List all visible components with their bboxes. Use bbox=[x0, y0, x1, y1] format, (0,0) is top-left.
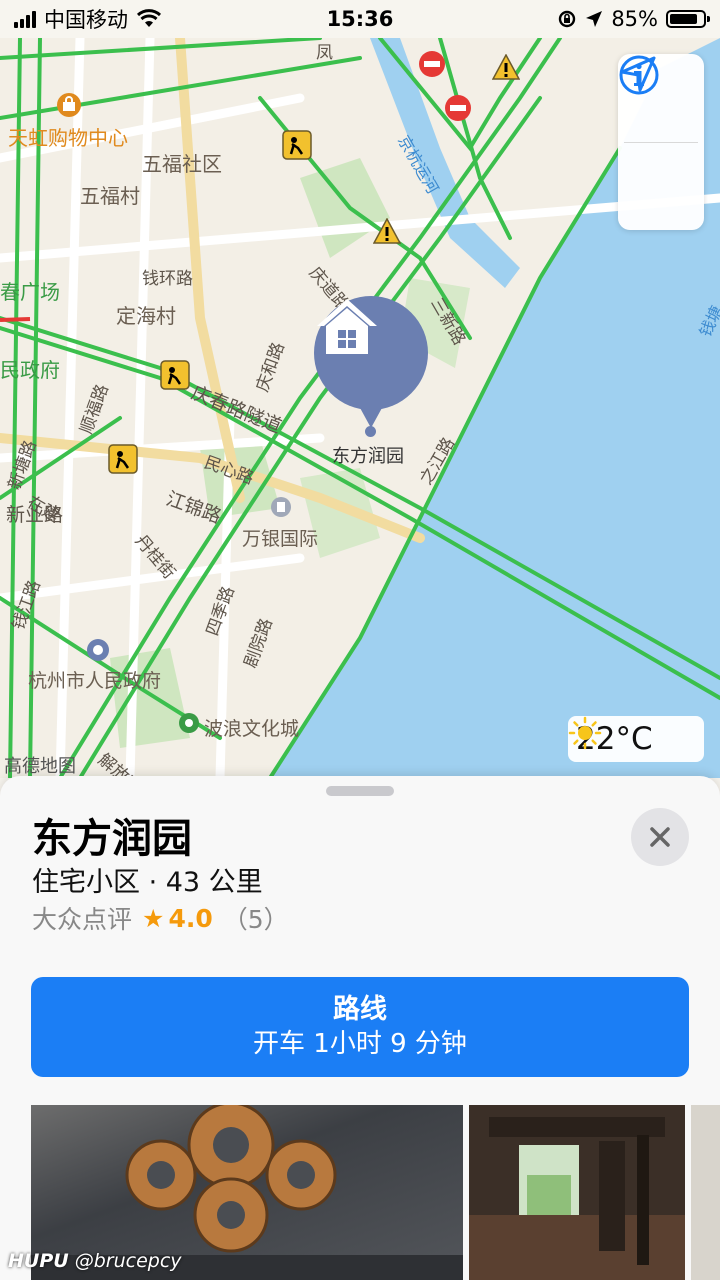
warning-icon bbox=[373, 218, 401, 244]
location-arrow-icon bbox=[620, 56, 656, 92]
battery-icon bbox=[666, 10, 710, 28]
map-label: 钱环路 bbox=[142, 269, 193, 289]
credit-watermark: HUPU @brucepcy bbox=[8, 1250, 182, 1272]
map-label[interactable]: 天虹购物中心 bbox=[8, 122, 128, 151]
locate-me-button[interactable] bbox=[618, 56, 704, 231]
place-pin[interactable] bbox=[314, 296, 428, 428]
rating-source: 大众点评 bbox=[32, 905, 133, 934]
place-photo[interactable] bbox=[691, 1105, 720, 1280]
sheet-grabber[interactable] bbox=[326, 786, 394, 796]
map-label: 民政府 bbox=[0, 358, 60, 382]
park-icon bbox=[179, 713, 199, 733]
map-label: 凤 bbox=[316, 43, 333, 63]
credit-handle: @brucepcy bbox=[74, 1250, 182, 1272]
road-closed-icon bbox=[419, 51, 445, 77]
map-label[interactable]: 杭州市人民政府 bbox=[28, 666, 161, 693]
construction-icon bbox=[160, 360, 190, 390]
map-label: 春广场 bbox=[0, 280, 60, 304]
government-icon bbox=[87, 639, 109, 661]
construction-icon bbox=[282, 130, 312, 160]
star-icon: ★ bbox=[142, 903, 165, 933]
shopping-icon bbox=[57, 93, 81, 117]
carrier-label: 中国移动 bbox=[44, 8, 128, 32]
rating-score: 4.0 bbox=[168, 903, 213, 933]
map-provider-label: 高德地图 bbox=[4, 756, 76, 777]
map-label: 五福村 bbox=[80, 184, 140, 208]
map-label[interactable]: 波浪文化城 bbox=[204, 714, 299, 741]
map-label: 五福社区 bbox=[142, 152, 222, 176]
status-bar: 中国移动 15:36 85% bbox=[0, 0, 720, 38]
rating-count: （5） bbox=[222, 905, 289, 934]
credit-brand: HUPU bbox=[8, 1250, 69, 1272]
close-icon bbox=[650, 827, 670, 847]
rating-row[interactable]: 大众点评 ★ 4.0 （5） bbox=[32, 900, 289, 936]
status-left: 中国移动 bbox=[14, 4, 162, 34]
route-button-title: 路线 bbox=[333, 994, 387, 1025]
location-arrow-icon bbox=[586, 11, 603, 27]
map-label: 定海村 bbox=[116, 304, 176, 328]
place-card-sheet[interactable]: 东方润园 住宅小区 · 43 公里 大众点评 ★ 4.0 （5） 路线 开车 1… bbox=[0, 776, 720, 1280]
sun-icon bbox=[568, 716, 602, 750]
map-view[interactable]: 天虹购物中心 五福社区 五福村 钱环路 定海村 春广场 民政府 庆春路隧道 庆和… bbox=[0, 38, 720, 778]
building-icon bbox=[271, 497, 291, 517]
map-controls bbox=[618, 54, 704, 230]
rating-group: ★ 4.0 bbox=[142, 904, 213, 933]
route-button[interactable]: 路线 开车 1小时 9 分钟 bbox=[31, 977, 689, 1077]
warning-icon bbox=[492, 54, 520, 80]
rotation-lock-icon bbox=[559, 10, 576, 28]
house-icon bbox=[317, 299, 377, 354]
status-right: 85% bbox=[557, 7, 710, 31]
close-button[interactable] bbox=[631, 808, 689, 866]
battery-percent: 85% bbox=[611, 7, 658, 31]
place-title: 东方润园 bbox=[32, 816, 192, 862]
corridor-photo-image bbox=[469, 1105, 685, 1280]
route-button-subtitle: 开车 1小时 9 分钟 bbox=[253, 1029, 467, 1059]
wifi-icon bbox=[136, 9, 162, 27]
battery-fill bbox=[670, 14, 698, 24]
pin-location-dot bbox=[365, 426, 376, 437]
cellular-signal-icon bbox=[14, 10, 36, 28]
pin-label[interactable]: 东方润园 bbox=[332, 442, 404, 468]
weather-badge: 22°C bbox=[568, 716, 704, 762]
construction-icon bbox=[108, 444, 138, 474]
place-subtitle: 住宅小区 · 43 公里 bbox=[32, 867, 263, 898]
place-photo[interactable] bbox=[469, 1105, 685, 1280]
road-closed-icon bbox=[445, 95, 471, 121]
map-label[interactable]: 万银国际 bbox=[242, 524, 318, 551]
